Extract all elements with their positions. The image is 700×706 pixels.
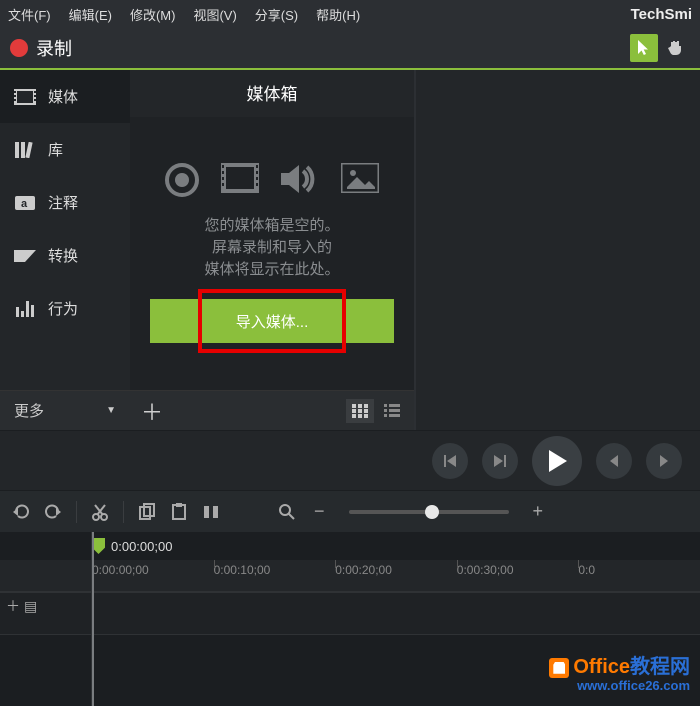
sidebar-item-label: 注释 (48, 192, 78, 213)
record-icon (10, 39, 28, 57)
menu-help[interactable]: 帮助(H) (316, 5, 360, 24)
sidebar-item-transitions[interactable]: 转换 (0, 229, 130, 282)
sidebar-item-annotations[interactable]: a 注释 (0, 176, 130, 229)
cursor-tool[interactable] (630, 34, 658, 62)
library-icon (14, 141, 36, 159)
playhead-line[interactable] (92, 532, 94, 706)
sidebar-item-label: 行为 (48, 298, 78, 319)
record-label: 录制 (36, 35, 72, 61)
undo-button[interactable] (12, 503, 30, 521)
svg-text:a: a (21, 198, 28, 210)
timeline-header: 0:00:00;00 (0, 532, 700, 560)
import-media-button[interactable]: 导入媒体... (150, 299, 394, 343)
media-bin: 媒体箱 您的媒体箱是空的。 屏幕录制和导入的 媒体将显示在此处。 导入媒体...… (130, 70, 416, 430)
record-circle-icon (165, 163, 199, 197)
audio-icon (281, 163, 319, 195)
film-icon (221, 163, 259, 193)
sidebar-item-library[interactable]: 库 (0, 123, 130, 176)
sidebar-item-label: 转换 (48, 245, 78, 266)
time-ruler[interactable]: 0:00:00;00 0:00:10;00 0:00:20;00 0:00:30… (0, 560, 700, 592)
split-button[interactable] (202, 503, 220, 521)
step-forward-button[interactable] (646, 443, 682, 479)
media-empty-text: 您的媒体箱是空的。 屏幕录制和导入的 媒体将显示在此处。 (130, 215, 414, 281)
media-bin-title: 媒体箱 (130, 70, 414, 117)
watermark-icon (549, 658, 569, 678)
step-back-button[interactable] (596, 443, 632, 479)
sidebar-item-media[interactable]: 媒体 (0, 70, 130, 123)
media-footer: ＋ (130, 390, 414, 430)
track-controls: ＋ ▤ (0, 592, 700, 634)
zoom-knob[interactable] (425, 505, 439, 519)
media-icon (14, 88, 36, 106)
menu-modify[interactable]: 修改(M) (130, 5, 176, 24)
play-button[interactable] (532, 436, 582, 486)
hand-tool[interactable] (662, 34, 690, 62)
copy-button[interactable] (138, 503, 156, 521)
behavior-icon (14, 300, 36, 318)
sidebar: 媒体 库 a 注释 转换 行为 更多 ▼ (0, 70, 130, 430)
import-label: 导入媒体... (236, 311, 309, 332)
menu-share[interactable]: 分享(S) (255, 5, 298, 24)
menu-bar: 文件(F) 编辑(E) 修改(M) 视图(V) 分享(S) 帮助(H) Tech… (0, 0, 700, 28)
prev-frame-button[interactable] (432, 443, 468, 479)
sidebar-more[interactable]: 更多 ▼ (0, 390, 130, 430)
list-view-button[interactable] (378, 399, 406, 423)
more-label: 更多 (14, 400, 44, 421)
media-type-icons (130, 163, 414, 197)
menu-view[interactable]: 视图(V) (193, 5, 236, 24)
transition-icon (14, 247, 36, 265)
next-frame-button[interactable] (482, 443, 518, 479)
canvas-area[interactable] (416, 70, 700, 430)
paste-button[interactable] (170, 503, 188, 521)
chevron-down-icon: ▼ (106, 405, 116, 416)
zoom-slider[interactable] (349, 510, 509, 514)
brand-label: TechSmi (631, 6, 692, 23)
current-time: 0:00:00;00 (111, 539, 172, 554)
zoom-in-button[interactable]: + (529, 501, 548, 522)
add-media-button[interactable]: ＋ (138, 397, 166, 425)
record-button[interactable]: 录制 (10, 35, 72, 61)
cut-button[interactable] (91, 503, 109, 521)
zoom-out-button[interactable]: − (310, 501, 329, 522)
grid-view-button[interactable] (346, 399, 374, 423)
sidebar-item-label: 媒体 (48, 86, 78, 107)
watermark: Office教程网 www.office26.com (549, 656, 690, 694)
image-icon (341, 163, 379, 193)
toolbar: 录制 (0, 28, 700, 70)
annotation-icon: a (14, 194, 36, 212)
menu-file[interactable]: 文件(F) (8, 5, 51, 24)
menu-edit[interactable]: 编辑(E) (69, 5, 112, 24)
redo-button[interactable] (44, 503, 62, 521)
sidebar-item-behaviors[interactable]: 行为 (0, 282, 130, 335)
zoom-icon (278, 503, 296, 521)
main-area: 媒体 库 a 注释 转换 行为 更多 ▼ 媒体箱 (0, 70, 700, 430)
timeline-toolbar: − + (0, 490, 700, 532)
playback-controls (0, 430, 700, 490)
sidebar-item-label: 库 (48, 139, 63, 160)
